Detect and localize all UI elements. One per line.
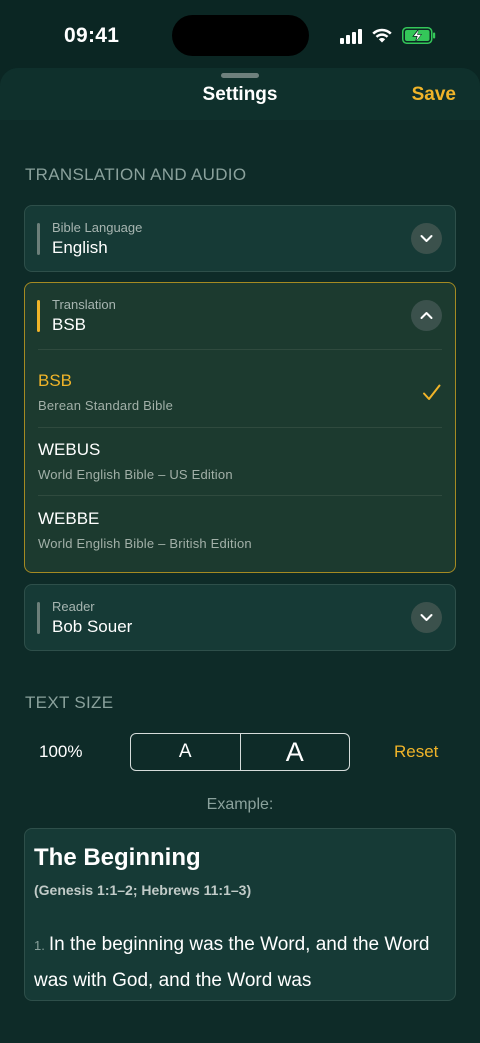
section-label-text-size: TEXT SIZE [25,693,114,712]
bible-language-value: English [52,238,108,257]
reset-text-size-button[interactable]: Reset [394,742,438,762]
field-accent-bar [37,300,40,332]
example-heading: The Beginning [34,844,201,871]
option-name: World English Bible – British Edition [38,536,252,551]
text-size-segmented-control: A A [130,733,350,771]
chevron-down-icon[interactable] [411,223,442,254]
wifi-icon [372,28,392,43]
example-preview: The Beginning (Genesis 1:1–2; Hebrews 11… [24,828,456,1001]
sheet-grabber[interactable] [221,73,259,78]
translation-option-webus[interactable]: WEBUS World English Bible – US Edition [25,430,455,498]
verse-number: 1. [34,938,45,953]
bible-language-label: Bible Language [52,220,143,235]
translation-option-webbe[interactable]: WEBBE World English Bible – British Edit… [25,499,455,567]
example-reference: (Genesis 1:1–2; Hebrews 11:1–3) [34,882,252,898]
page-title: Settings [202,84,278,105]
chevron-down-icon[interactable] [411,602,442,633]
sheet-header: Settings Save [0,68,480,120]
translation-option-bsb[interactable]: BSB Berean Standard Bible [25,361,455,429]
option-code: BSB [38,371,73,390]
save-button[interactable]: Save [412,84,456,106]
field-accent-bar [37,223,40,255]
option-name: Berean Standard Bible [38,398,174,413]
cellular-signal-icon [340,28,364,44]
reader-value: Bob Souer [52,617,133,636]
increase-text-size-button[interactable]: A [241,734,350,770]
translation-label: Translation [52,297,116,312]
option-name: World English Bible – US Edition [38,467,233,482]
divider [38,349,442,350]
battery-charging-icon [402,27,436,44]
field-accent-bar [37,602,40,634]
checkmark-icon [423,384,441,400]
reader-label: Reader [52,599,95,614]
example-label: Example: [206,796,274,813]
divider [38,427,442,428]
translation-value[interactable]: BSB [52,315,86,335]
example-verse: 1. In the beginning was the Word, and the… [34,927,448,998]
dynamic-island [172,15,309,56]
bible-language-select[interactable]: Bible Language English [24,205,456,272]
divider [38,495,442,496]
section-label-translation-audio: TRANSLATION AND AUDIO [25,165,247,184]
reader-select[interactable]: Reader Bob Souer [24,584,456,651]
option-code: WEBUS [38,440,101,459]
verse-text: In the beginning was the Word, and the W… [34,934,430,991]
settings-sheet: Settings Save TRANSLATION AND AUDIO Bibl… [0,68,480,1043]
status-bar: 09:41 [0,0,480,68]
option-code: WEBBE [38,509,100,528]
translation-dropdown: Translation BSB BSB Berean Standard Bibl… [24,282,456,573]
chevron-up-icon[interactable] [411,300,442,331]
text-size-percent: 100% [39,742,83,761]
status-time: 09:41 [64,24,120,47]
decrease-text-size-button[interactable]: A [131,734,241,770]
